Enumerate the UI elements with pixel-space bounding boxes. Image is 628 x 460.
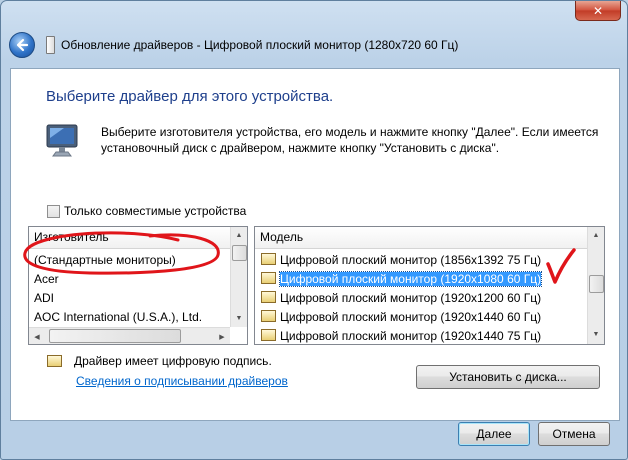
model-item[interactable]: Цифровой плоский монитор (1856x1392 75 Г… [255, 251, 541, 270]
scroll-down-arrow-icon[interactable]: ▼ [588, 326, 604, 343]
scroll-thumb[interactable] [589, 275, 604, 293]
compatible-devices-label: Только совместимые устройства [64, 204, 247, 218]
certificate-icon [261, 253, 276, 265]
model-list[interactable]: Модель Цифровой плоский монитор (1856x13… [254, 226, 605, 345]
manufacturer-item[interactable]: Acer [29, 270, 59, 289]
scroll-up-arrow-icon[interactable]: ▲ [231, 227, 247, 244]
certificate-icon [261, 310, 276, 322]
install-from-disk-button[interactable]: Установить с диска... [416, 365, 600, 389]
model-vertical-scrollbar[interactable]: ▲ ▼ [587, 227, 604, 344]
scroll-up-arrow-icon[interactable]: ▲ [588, 227, 604, 244]
model-item[interactable]: Цифровой плоский монитор (1920x1200 60 Г… [255, 289, 541, 308]
signed-driver-icon [47, 355, 62, 367]
certificate-icon [261, 272, 276, 284]
manufacturer-vertical-scrollbar[interactable]: ▲ ▼ [230, 227, 247, 327]
certificate-icon [261, 291, 276, 303]
model-column-header[interactable]: Модель [255, 227, 587, 249]
compatible-devices-checkbox[interactable] [47, 204, 60, 218]
scroll-thumb[interactable] [49, 329, 181, 343]
scroll-thumb[interactable] [232, 245, 247, 261]
cancel-button[interactable]: Отмена [538, 422, 610, 446]
dialog-content: Выберите драйвер для этого устройства. В… [10, 68, 620, 421]
driver-update-dialog: ✕ Обновление драйверов - Цифровой плоски… [0, 0, 628, 460]
signature-status: Драйвер имеет цифровую подпись. [47, 354, 272, 368]
close-button[interactable]: ✕ [575, 1, 621, 21]
monitor-icon [46, 124, 78, 157]
scroll-right-arrow-icon[interactable]: ▶ [214, 328, 230, 344]
scroll-down-arrow-icon[interactable]: ▼ [231, 310, 247, 327]
certificate-icon [261, 329, 276, 341]
back-button[interactable] [9, 32, 35, 58]
page-heading: Выберите драйвер для этого устройства. [46, 88, 334, 105]
title-bar: Обновление драйверов - Цифровой плоский … [9, 31, 619, 59]
manufacturer-list[interactable]: Изготовитель (Стандартные мониторы) Acer… [28, 226, 248, 345]
model-item-selected[interactable]: Цифровой плоский монитор (1920x1080 60 Г… [255, 270, 543, 289]
manufacturer-item[interactable]: AOC International (U.S.A.), Ltd. [29, 308, 202, 327]
model-item[interactable]: Цифровой плоский монитор (1920x1440 75 Г… [255, 327, 541, 344]
device-icon [46, 36, 55, 54]
signature-text: Драйвер имеет цифровую подпись. [74, 354, 272, 368]
back-arrow-icon [16, 38, 29, 52]
scroll-left-arrow-icon[interactable]: ◀ [29, 328, 45, 344]
manufacturer-item[interactable]: ADI [29, 289, 54, 308]
manufacturer-item[interactable]: (Стандартные мониторы) [29, 251, 176, 270]
driver-signing-link[interactable]: Сведения о подписывании драйверов [76, 374, 288, 388]
compatible-devices-toggle[interactable]: Только совместимые устройства [47, 204, 246, 218]
instruction-text: Выберите изготовителя устройства, его мо… [101, 125, 599, 155]
manufacturer-horizontal-scrollbar[interactable]: ◀ ▶ [29, 327, 230, 344]
next-button[interactable]: Далее [458, 422, 530, 446]
close-icon: ✕ [592, 3, 604, 18]
manufacturer-column-header[interactable]: Изготовитель [29, 227, 230, 249]
model-item[interactable]: Цифровой плоский монитор (1920x1440 60 Г… [255, 308, 541, 327]
window-title: Обновление драйверов - Цифровой плоский … [61, 38, 459, 52]
